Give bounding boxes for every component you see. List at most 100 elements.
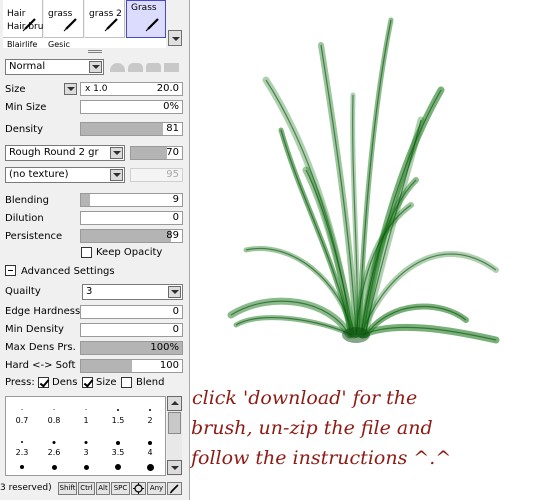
brush-name: Grass <box>131 3 157 13</box>
edge-hardness-slider[interactable]: 0 <box>80 305 183 319</box>
brush-shape-medium-icon[interactable] <box>146 63 161 72</box>
size-multiplier-dropdown[interactable] <box>64 83 77 95</box>
space-key-button[interactable]: SPC <box>111 482 130 495</box>
size-preset[interactable]: 3 <box>70 435 102 461</box>
max-dens-prs-slider[interactable]: 100% <box>80 341 183 355</box>
size-label: Size <box>5 84 26 95</box>
brush-tool-grass-selected[interactable]: Grass <box>126 0 166 38</box>
dilution-label: Dilution <box>5 213 44 224</box>
brush-tool-hair[interactable]: Hair Hair bru <box>3 0 43 38</box>
press-size-checkbox[interactable] <box>82 377 93 388</box>
size-preset[interactable]: 2.6 <box>38 435 70 461</box>
persistence-fill <box>81 230 171 242</box>
size-preset-label: 3 <box>83 448 89 457</box>
brush-shape-round-icon[interactable] <box>110 63 125 72</box>
size-preset-label: 2.3 <box>15 448 29 457</box>
min-density-value: 0 <box>172 324 179 335</box>
min-size-label: Min Size <box>5 102 47 113</box>
brush-shape-value: Rough Round 2 gr <box>9 147 99 158</box>
size-preset-label: 0.8 <box>47 416 61 425</box>
scroll-down-icon[interactable] <box>167 460 182 475</box>
brush-pen-icon <box>63 18 77 32</box>
keep-opacity-checkbox[interactable] <box>81 247 92 258</box>
brush-pen-icon <box>104 18 118 32</box>
ctrl-key-button[interactable]: Ctrl <box>78 482 95 495</box>
blending-label: Blending <box>5 195 49 206</box>
persistence-slider[interactable]: 89 <box>80 229 183 243</box>
blend-mode-dropdown[interactable]: Normal <box>5 59 104 75</box>
move-icon[interactable] <box>131 482 146 495</box>
min-density-slider[interactable]: 0 <box>80 323 183 337</box>
size-preset-dot[interactable] <box>20 465 24 469</box>
size-preset[interactable]: 1 <box>70 403 102 429</box>
texture-dropdown[interactable]: (no texture) <box>5 167 125 183</box>
shift-key-button[interactable]: Shift <box>58 482 77 495</box>
advanced-settings-toggle[interactable]: Advanced Settings <box>5 265 115 277</box>
scroll-up-icon[interactable] <box>167 396 182 411</box>
size-preset[interactable]: 2.3 <box>6 435 38 461</box>
size-preset-dot[interactable] <box>84 465 89 470</box>
brush-size-presets: 0.7 0.8 1 1.5 2 2.3 2.6 3 3.5 4 <box>5 396 166 476</box>
size-preset-label: 2 <box>147 416 153 425</box>
size-presets-scrollbar[interactable] <box>167 396 182 476</box>
scroll-thumb[interactable] <box>168 412 181 434</box>
keep-opacity-label: Keep Opacity <box>96 247 163 258</box>
instruction-line-2: brush, un-zip the file and <box>191 417 433 439</box>
edge-hardness-value: 0 <box>172 306 179 317</box>
size-preset-dot[interactable] <box>147 464 154 471</box>
brush-shape-dropdown[interactable]: Rough Round 2 gr <box>5 145 125 161</box>
quality-dropdown[interactable]: 3 <box>82 284 183 300</box>
min-size-value: 0% <box>163 101 179 112</box>
alt-key-button[interactable]: Alt <box>96 482 110 495</box>
shape-strength-fill <box>131 147 167 159</box>
size-preset[interactable]: 4 <box>134 435 165 461</box>
size-preset-dot <box>21 441 23 443</box>
collapse-icon <box>5 265 16 276</box>
brush-settings-panel: Hair Hair bru grass grass 2 Grass Blairl… <box>0 0 190 500</box>
press-size-label: Size <box>96 377 117 388</box>
size-preset-dot <box>52 441 56 444</box>
blending-slider[interactable]: 9 <box>80 193 183 207</box>
brush-name: Blairlife <box>7 40 38 48</box>
blending-fill <box>81 194 91 206</box>
canvas-area[interactable]: click 'download' for the brush, un-zip t… <box>191 0 540 500</box>
shortcut-bar: 3 reserved) Shift Ctrl Alt SPC Any <box>0 481 189 497</box>
size-slider[interactable]: x 1.0 20.0 <box>80 82 183 96</box>
brush-shape-flat-icon[interactable] <box>164 63 179 72</box>
size-preset[interactable]: 1.5 <box>102 403 134 429</box>
texture-value: (no texture) <box>9 169 69 180</box>
size-preset-dot <box>148 441 152 445</box>
hard-soft-slider[interactable]: 100 <box>80 359 183 373</box>
min-size-slider[interactable]: 0% <box>80 100 183 114</box>
density-fill <box>81 123 163 135</box>
press-dens-checkbox[interactable] <box>38 377 49 388</box>
shape-strength-slider[interactable]: 70 <box>130 146 183 160</box>
eraser-icon[interactable] <box>167 482 182 495</box>
quality-label: Quailty <box>5 286 41 297</box>
texture-strength-value: 95 <box>166 169 179 180</box>
brush-name: Gesic <box>48 40 70 48</box>
chevron-down-icon <box>110 147 123 159</box>
brush-shape-soft-icon[interactable] <box>128 63 143 72</box>
any-key-button[interactable]: Any <box>147 482 166 495</box>
density-slider[interactable]: 81 <box>80 122 183 136</box>
brush-grid-next-row: Blairlife Gesic <box>3 38 166 48</box>
size-preset[interactable]: 3.5 <box>102 435 134 461</box>
quality-value: 3 <box>86 286 93 297</box>
brush-tool-grass[interactable]: grass <box>44 0 84 38</box>
size-preset-label: 1 <box>83 416 89 425</box>
size-preset[interactable]: 2 <box>134 403 165 429</box>
panel-resize-grip[interactable] <box>88 50 102 53</box>
hard-soft-label: Hard <-> Soft <box>5 360 76 371</box>
dilution-slider[interactable]: 0 <box>80 211 183 225</box>
brush-grid-scroll-button[interactable] <box>168 30 182 46</box>
dilution-value: 0 <box>172 212 179 223</box>
reserved-count: 3 reserved) <box>0 483 52 493</box>
size-preset-dot[interactable] <box>52 465 57 470</box>
size-preset-dot <box>117 409 119 411</box>
press-blend-checkbox[interactable] <box>121 377 132 388</box>
size-preset-dot[interactable] <box>115 464 121 470</box>
size-preset[interactable]: 0.7 <box>6 403 38 429</box>
size-preset[interactable]: 0.8 <box>38 403 70 429</box>
brush-tool-grass-2[interactable]: grass 2 <box>85 0 125 38</box>
